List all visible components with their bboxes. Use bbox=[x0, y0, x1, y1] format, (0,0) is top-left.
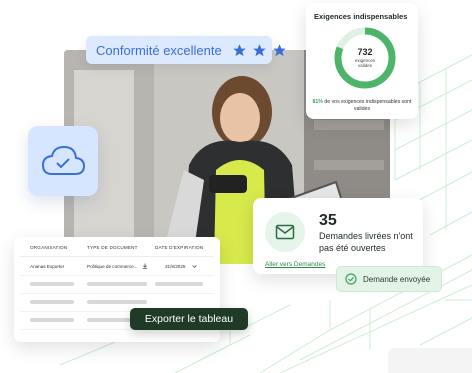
requirements-card: Exigences indispensables 732 exigences v… bbox=[306, 3, 418, 119]
requests-text: Demandes livrées n'ont pas été ouvertes bbox=[319, 231, 413, 253]
cell-organisation: Ananas Exporter bbox=[30, 264, 65, 269]
export-table-button[interactable]: Exporter le tableau bbox=[130, 308, 248, 330]
background-panel bbox=[388, 348, 472, 373]
cell-expiration: 31/8/2025 bbox=[165, 264, 186, 269]
requirements-percent: 81% bbox=[312, 99, 323, 105]
mail-icon-container bbox=[265, 212, 305, 252]
requirements-count: 732 bbox=[357, 46, 373, 57]
request-sent-badge: Demande envoyée bbox=[336, 266, 442, 292]
placeholder-bar bbox=[30, 282, 74, 286]
requirements-description-text: de vos exigences indispensables sont val… bbox=[324, 99, 412, 113]
compliance-badge: Conformité excellente bbox=[86, 36, 286, 64]
go-to-requests-link[interactable]: Aller vers Demandes bbox=[265, 261, 325, 268]
donut-center: 732 exigences valides bbox=[333, 26, 397, 90]
cloud-check-icon bbox=[41, 145, 86, 175]
chevron-down-icon[interactable] bbox=[192, 264, 197, 269]
header-divider bbox=[20, 256, 214, 257]
placeholder-bar bbox=[87, 318, 135, 322]
star-icon bbox=[252, 43, 266, 56]
placeholder-bar bbox=[87, 300, 147, 304]
rating-stars bbox=[232, 43, 287, 58]
compliance-label: Conformité excellente bbox=[96, 42, 222, 58]
requirements-description: 81% de vos exigences indispensables sont… bbox=[310, 99, 414, 113]
mail-icon bbox=[275, 224, 295, 240]
row-divider bbox=[20, 293, 214, 294]
column-header-expiration[interactable]: DATE D'EXPIRATION bbox=[155, 245, 203, 250]
row-divider bbox=[20, 275, 214, 276]
placeholder-bar bbox=[30, 318, 74, 322]
requirements-count-label: exigences valides bbox=[354, 57, 376, 68]
placeholder-bar bbox=[155, 282, 203, 286]
download-icon[interactable] bbox=[142, 263, 148, 269]
request-sent-label: Demande envoyée bbox=[363, 274, 431, 284]
requests-card: 35 Demandes livrées n'ont pas été ouvert… bbox=[253, 198, 423, 274]
column-header-document-type[interactable]: TYPE DE DOCUMENT bbox=[87, 245, 138, 250]
star-icon bbox=[232, 43, 246, 56]
placeholder-bar bbox=[87, 282, 147, 286]
cell-document-type: Politique de commerce... bbox=[87, 264, 138, 269]
check-circle-icon bbox=[345, 273, 357, 285]
star-icon bbox=[272, 43, 286, 56]
requests-count: 35 bbox=[319, 212, 337, 229]
column-header-organisation[interactable]: ORGANISATION bbox=[30, 245, 67, 250]
cloud-tile bbox=[28, 126, 98, 196]
requirements-title: Exigences indispensables bbox=[314, 12, 408, 21]
placeholder-bar bbox=[30, 300, 74, 304]
